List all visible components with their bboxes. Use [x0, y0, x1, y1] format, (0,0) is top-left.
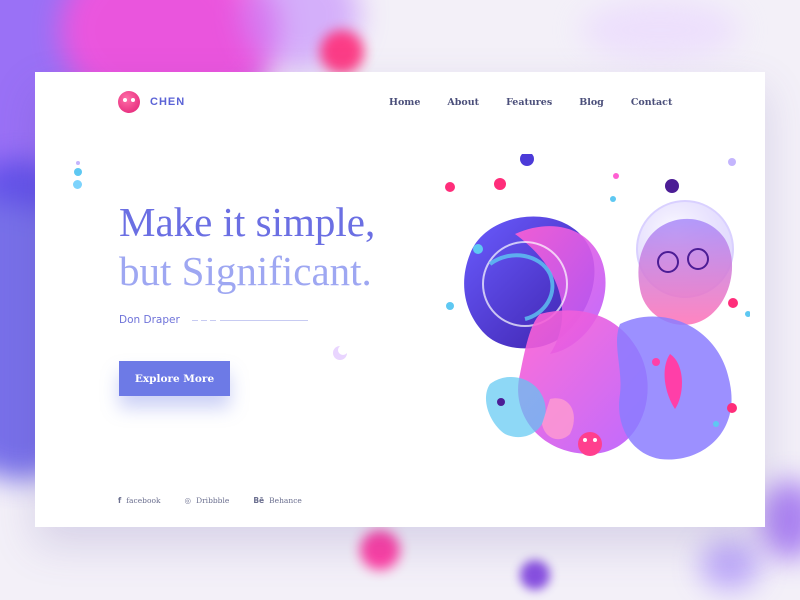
- bg-blob: [580, 0, 740, 60]
- decor-bubble: [74, 168, 82, 176]
- brand-logo[interactable]: CHEN: [118, 91, 185, 113]
- decor-bubble: [76, 161, 80, 165]
- author-name: Don Draper: [119, 314, 180, 326]
- brand-name: CHEN: [150, 96, 186, 108]
- explore-more-button[interactable]: Explore More: [119, 361, 230, 396]
- bg-blob: [760, 480, 800, 560]
- social-label: facebook: [126, 496, 161, 505]
- bg-bubble: [320, 30, 364, 74]
- social-label: Behance: [269, 496, 302, 505]
- nav-item-contact[interactable]: Contact: [631, 97, 673, 108]
- bg-blob: [700, 540, 760, 590]
- bg-bubble: [360, 530, 400, 570]
- nav-item-about[interactable]: About: [447, 97, 479, 108]
- headline-line-1: Make it simple,: [119, 199, 376, 245]
- hero-headline: Make it simple, but Significant.: [119, 198, 375, 296]
- main-nav: Home About Features Blog Contact: [389, 97, 699, 108]
- facebook-icon: f: [118, 496, 122, 505]
- bg-bubble: [520, 560, 550, 590]
- nav-item-features[interactable]: Features: [506, 97, 552, 108]
- author-divider: [191, 319, 308, 321]
- behance-icon: Bē: [253, 496, 265, 505]
- nav-item-blog[interactable]: Blog: [579, 97, 604, 108]
- social-label: Dribbble: [196, 496, 230, 505]
- hero-illustration: [445, 154, 750, 460]
- social-link-behance[interactable]: Bē Behance: [253, 496, 302, 505]
- logo-face-icon: [118, 91, 140, 113]
- social-link-facebook[interactable]: f facebook: [118, 496, 161, 505]
- landing-page-card: CHEN Home About Features Blog Contact Ma…: [35, 72, 765, 527]
- quote-author: Don Draper: [119, 314, 308, 326]
- social-link-dribbble[interactable]: ◎ Dribbble: [185, 496, 230, 505]
- dribbble-icon: ◎: [184, 496, 192, 505]
- social-links: f facebook ◎ Dribbble Bē Behance: [118, 496, 326, 505]
- decor-bubble: [73, 180, 82, 189]
- headline-line-2: but Significant.: [119, 248, 372, 294]
- right-astronaut: [636, 200, 734, 325]
- decor-moon: [338, 345, 348, 355]
- nav-item-home[interactable]: Home: [389, 97, 420, 108]
